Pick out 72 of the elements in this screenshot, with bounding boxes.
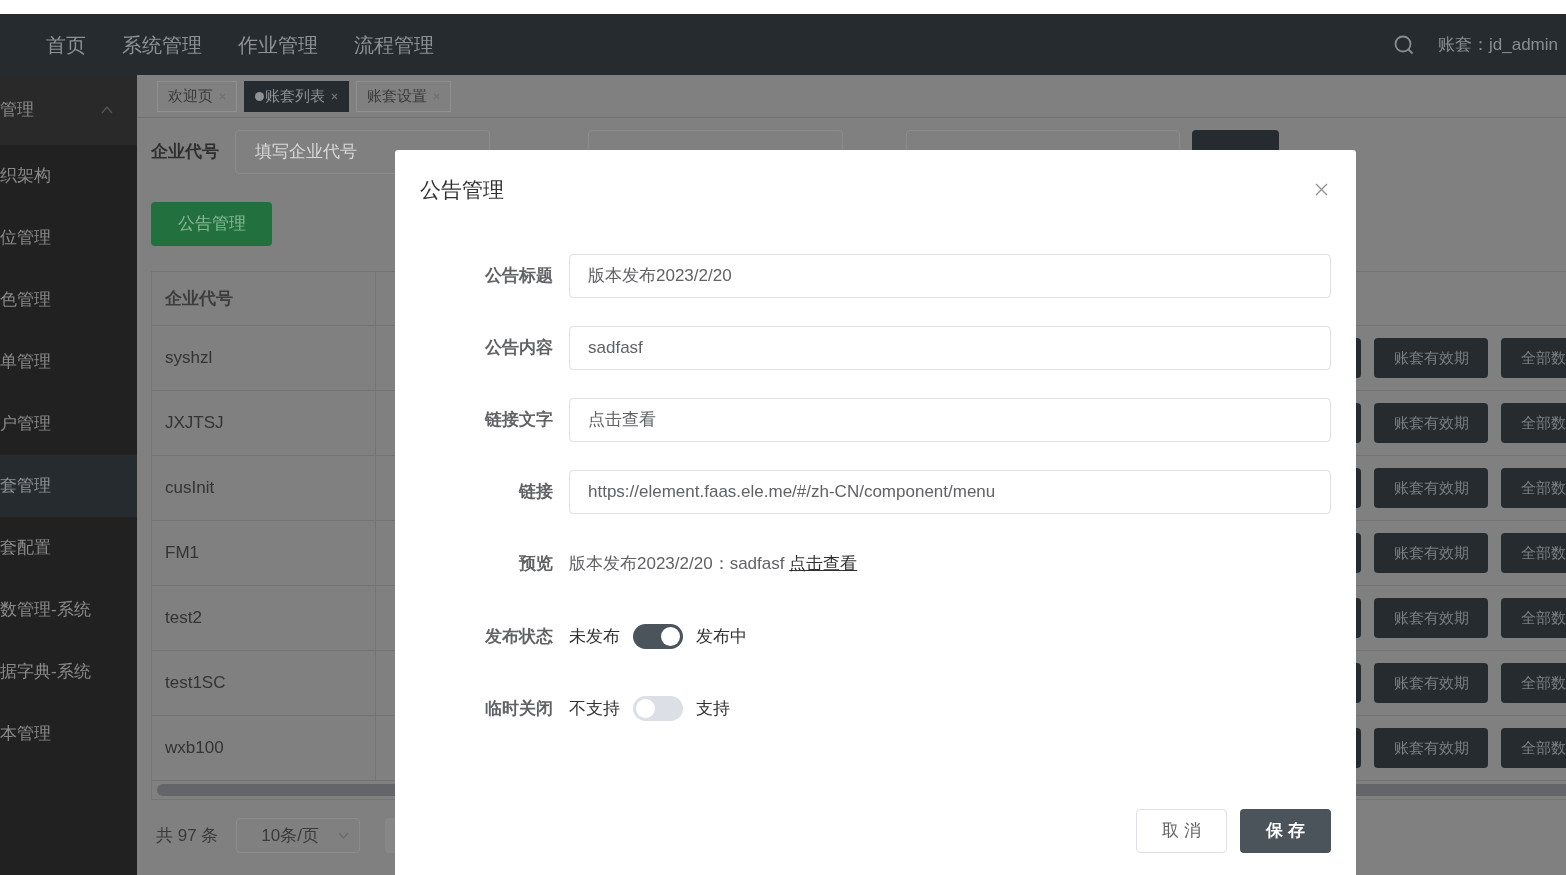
form-label: 发布状态	[484, 625, 554, 648]
action-button[interactable]: 账套有效期	[1374, 403, 1488, 443]
preview-text: 版本发布2023/2/20：sadfasf 点击查看	[569, 552, 858, 575]
text-input[interactable]: https://element.faas.ele.me/#/zh-CN/component/menu	[569, 469, 1331, 514]
sidebar-item[interactable]: 织架构	[0, 145, 137, 207]
table-cell: wxb100	[152, 716, 376, 780]
action-button[interactable]: 账套有效期	[1374, 338, 1488, 378]
sidebar-item[interactable]: 户管理	[0, 393, 137, 455]
table-cell: test2	[152, 586, 376, 650]
sidebar-item[interactable]: 位管理	[0, 207, 137, 269]
sidebar-item[interactable]: 套配置	[0, 517, 137, 579]
nav-item[interactable]: 作业管理	[238, 29, 318, 60]
table-cell: JXJTSJ	[152, 391, 376, 455]
sidebar-item[interactable]: 本管理	[0, 703, 137, 765]
switch-off-label: 不支持	[569, 697, 620, 720]
page-tab[interactable]: 账套列表	[244, 80, 349, 112]
close-icon[interactable]	[1315, 183, 1328, 197]
action-button[interactable]: 账套有效期	[1374, 663, 1488, 703]
table-cell: test1SC	[152, 651, 376, 715]
action-button[interactable]: 全部数	[1501, 533, 1566, 573]
action-button[interactable]: 账套有效期	[1374, 533, 1488, 573]
toggle-switch[interactable]	[633, 696, 683, 721]
action-button[interactable]: 全部数	[1501, 338, 1566, 378]
action-button[interactable]: 全部数	[1501, 403, 1566, 443]
form-label: 预览	[517, 552, 554, 575]
table-cell: cusInit	[152, 456, 376, 520]
page-size-select[interactable]: 10条/页	[236, 818, 361, 853]
sidebar-item[interactable]: 据字典-系统	[0, 641, 137, 703]
sidebar-item[interactable]: 数管理-系统	[0, 579, 137, 641]
page-tab[interactable]: 账套设置	[356, 80, 451, 112]
sidebar-item[interactable]: 单管理	[0, 331, 137, 393]
table-cell: syshzl	[152, 326, 376, 390]
switch-on-label: 支持	[696, 697, 730, 720]
sidebar-group-label: 管理	[0, 99, 34, 122]
table-cell: FM1	[152, 521, 376, 585]
account-label[interactable]: 账套：jd_admin	[1438, 31, 1558, 58]
save-button[interactable]: 保 存	[1240, 809, 1331, 853]
column-header: 企业代号	[152, 272, 376, 325]
form-label: 链接文字	[483, 408, 554, 431]
code-input[interactable]: 填写企业代号	[235, 130, 490, 174]
page-tab[interactable]: 欢迎页	[157, 80, 237, 112]
action-button[interactable]: 全部数	[1501, 468, 1566, 508]
nav-item[interactable]: 系统管理	[122, 29, 202, 60]
form-label: 链接	[517, 480, 554, 503]
toggle-switch[interactable]	[633, 624, 683, 649]
action-button[interactable]: 账套有效期	[1374, 468, 1488, 508]
switch-on-label: 发布中	[696, 625, 747, 648]
action-button[interactable]: 账套有效期	[1374, 598, 1488, 638]
text-input[interactable]: sadfasf	[569, 325, 1331, 370]
preview-link[interactable]: 点击查看	[789, 553, 858, 573]
total-count: 共 97 条	[156, 824, 219, 847]
switch-off-label: 未发布	[569, 625, 620, 648]
sidebar-item[interactable]: 色管理	[0, 269, 137, 331]
sidebar-group[interactable]: 管理	[0, 75, 137, 145]
search-icon[interactable]	[1394, 34, 1414, 55]
announcement-button[interactable]: 公告管理	[151, 202, 272, 246]
form-label: 公告标题	[484, 264, 554, 287]
nav-item[interactable]: 流程管理	[354, 29, 434, 60]
action-button[interactable]: 全部数	[1501, 728, 1566, 768]
dialog-title: 公告管理	[420, 177, 504, 203]
nav-item[interactable]: 首页	[46, 29, 86, 60]
action-button[interactable]: 全部数	[1501, 598, 1566, 638]
form-label: 公告内容	[484, 336, 554, 359]
text-input[interactable]: 点击查看	[569, 397, 1331, 442]
action-button[interactable]: 账套有效期	[1374, 728, 1488, 768]
action-button[interactable]: 全部数	[1501, 663, 1566, 703]
form-label: 临时关闭	[484, 697, 554, 720]
text-input[interactable]: 版本发布2023/2/20	[569, 253, 1331, 298]
cancel-button[interactable]: 取 消	[1136, 809, 1227, 853]
close-icon[interactable]	[331, 92, 338, 100]
filter-label: 企业代号	[151, 141, 219, 164]
sidebar-item[interactable]: 套管理	[0, 455, 137, 517]
